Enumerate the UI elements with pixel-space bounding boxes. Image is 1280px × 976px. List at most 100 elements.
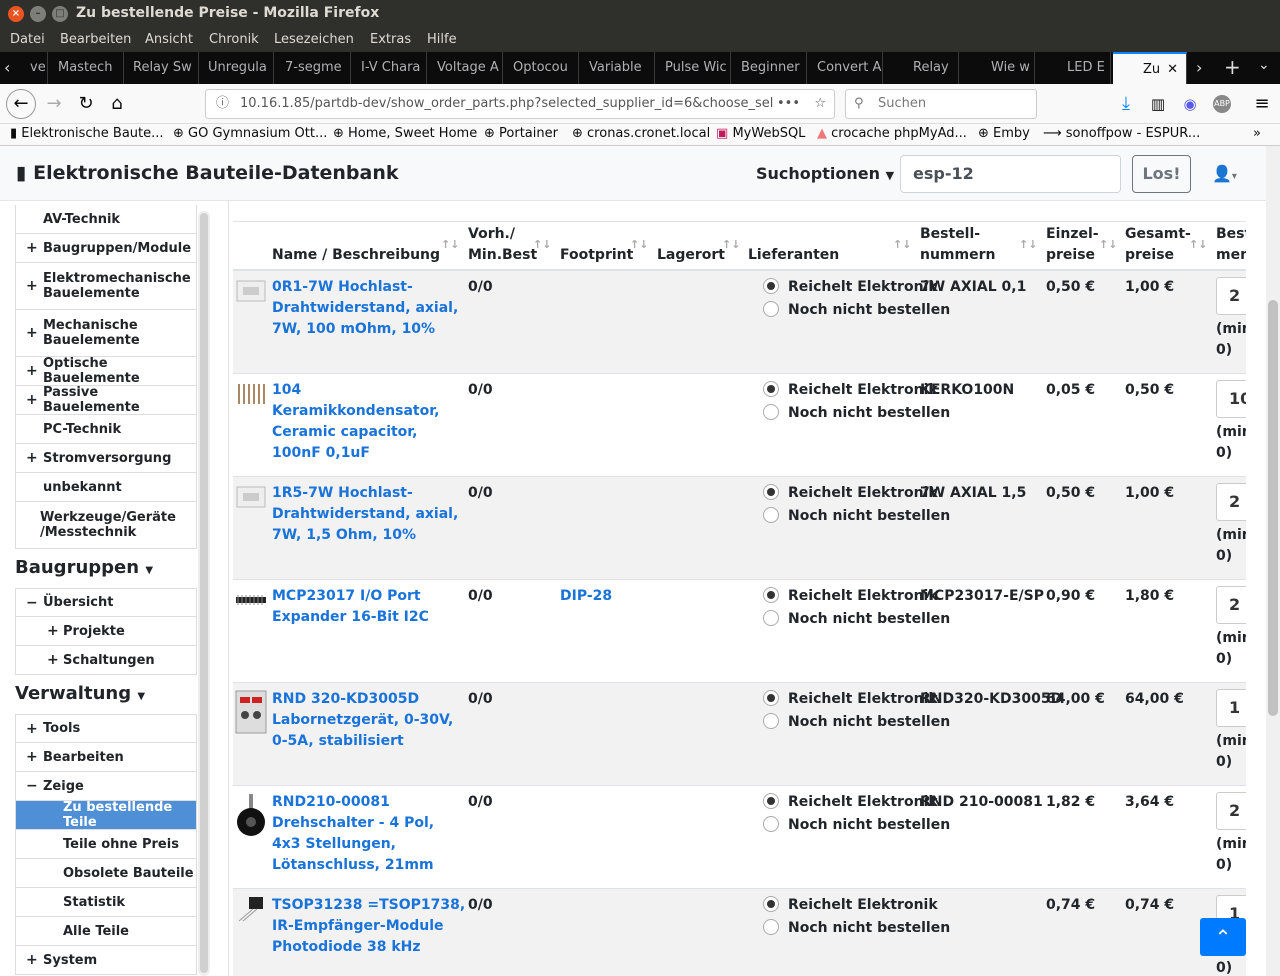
adblock-icon[interactable]: ABP [1210, 92, 1234, 116]
url-bar[interactable]: ⓘ 10.16.1.85/partdb-dev/show_order_parts… [205, 89, 835, 119]
no-order-radio-option[interactable]: Noch nicht bestellen [763, 609, 950, 630]
more-bookmarks-icon[interactable]: » [1253, 126, 1261, 141]
sort-icon[interactable]: ↑↓ [1019, 238, 1037, 251]
hamburger-menu-icon[interactable]: ≡ [1250, 92, 1274, 116]
part-name-link[interactable]: 104 Keramikkondensator, Ceramic capacito… [272, 380, 467, 464]
sidebar-category-passive[interactable]: + Passive Bauelemente [15, 385, 197, 415]
no-order-radio-option[interactable]: Noch nicht bestellen [763, 403, 950, 424]
radio-checked[interactable] [763, 793, 779, 809]
sidebar-category-pc-technik[interactable]: PC-Technik [15, 415, 197, 444]
menu-chronik[interactable]: Chronik [209, 32, 259, 47]
tab[interactable]: I-V Chara [353, 52, 427, 84]
part-thumbnail[interactable] [235, 689, 267, 734]
tab[interactable]: Wie w [961, 52, 1035, 84]
sidebar-item-zu-bestellende-teile[interactable]: Zu bestellende Teile [15, 800, 197, 830]
sidebar-category-stromversorgung[interactable]: + Stromversorgung [15, 444, 197, 473]
sidebar-item-alle-teile[interactable]: Alle Teile [15, 917, 197, 946]
tab[interactable]: Relay Sw [125, 52, 199, 84]
sidebar-item-zeige[interactable]: − Zeige [15, 772, 197, 801]
sidebar-item-system[interactable]: + System [15, 946, 197, 975]
order-quantity-input[interactable]: 2 [1216, 277, 1246, 315]
plus-icon[interactable]: + [26, 749, 38, 765]
scroll-to-top-button[interactable]: ⌃ [1200, 918, 1246, 956]
new-tab-icon[interactable]: + [1224, 55, 1241, 79]
bookmark-item[interactable]: ⊕ cronas.cronet.local [572, 126, 710, 141]
sort-icon[interactable]: ↑↓ [630, 238, 648, 251]
part-thumbnail[interactable] [235, 277, 267, 305]
page-scrollbar-thumb[interactable] [1268, 300, 1278, 716]
header-name[interactable]: Name / Beschreibung [272, 245, 440, 266]
tab[interactable]: Variable [581, 52, 655, 84]
tab-close-icon[interactable]: ✕ [1167, 54, 1178, 84]
header-single-prices[interactable]: Einzel-preise [1046, 224, 1099, 266]
radio-unchecked[interactable] [763, 610, 779, 626]
part-name-link[interactable]: RND 320-KD3005D Labornetzgerät, 0-30V, 0… [272, 689, 467, 752]
tab-scroll-right-icon[interactable]: › [1196, 58, 1202, 77]
sidebar-item-projekte[interactable]: + Projekte [15, 617, 197, 646]
order-quantity-input[interactable]: 2 [1216, 483, 1246, 521]
plus-icon[interactable]: + [26, 325, 38, 341]
part-thumbnail[interactable] [235, 586, 267, 614]
reload-icon[interactable]: ↻ [74, 92, 98, 116]
part-search-input[interactable]: esp-12 [900, 155, 1121, 193]
plus-icon[interactable]: + [26, 240, 38, 256]
home-icon[interactable]: ⌂ [105, 92, 129, 116]
tab-list-icon[interactable]: ⌄ [1258, 57, 1270, 73]
tab[interactable]: Unregula [200, 52, 274, 84]
tab[interactable]: Beginner [733, 52, 807, 84]
tab[interactable]: Convert A [809, 52, 883, 84]
plus-icon[interactable]: + [26, 721, 38, 737]
sidebar-category-optische[interactable]: + Optische Bauelemente [15, 356, 197, 386]
radio-unchecked[interactable] [763, 404, 779, 420]
baugruppen-heading[interactable]: Baugruppen ▼ [15, 557, 153, 578]
part-name-link[interactable]: TSOP31238 =TSOP1738, IR-Empfänger-Module… [272, 895, 467, 958]
radio-unchecked[interactable] [763, 713, 779, 729]
sort-icon[interactable]: ↑↓ [1189, 238, 1207, 251]
plus-icon[interactable]: + [26, 392, 38, 408]
bookmark-item[interactable]: ⊕ Home, Sweet Home [333, 126, 477, 141]
page-actions-icon[interactable]: ••• [772, 90, 800, 118]
supplier-radio-option[interactable]: Reichelt Elektronik [763, 895, 950, 916]
verwaltung-heading[interactable]: Verwaltung ▼ [15, 683, 145, 704]
order-quantity-input[interactable]: 2 [1216, 792, 1246, 830]
sidebar-category-elektromechanische[interactable]: + Elektromechanische Bauelemente [15, 263, 197, 310]
radio-checked[interactable] [763, 381, 779, 397]
tab[interactable]: Relay [885, 52, 959, 84]
sidebar-category-mechanische[interactable]: + Mechanische Bauelemente [15, 310, 197, 357]
order-quantity-input[interactable]: 10 [1216, 380, 1246, 418]
tab[interactable]: LED E [1037, 52, 1111, 84]
sidebar-category-av-technik[interactable]: AV-Technik [15, 205, 197, 234]
plus-icon[interactable]: + [47, 652, 59, 668]
search-bar[interactable]: ⚲ Suchen [845, 89, 1037, 119]
downloads-icon[interactable]: ⤓ [1114, 92, 1138, 116]
bookmark-item[interactable]: ⊕ GO Gymnasium Ott... [173, 126, 327, 141]
brand[interactable]: ▮ Elektronische Bauteile-Datenbank [16, 162, 399, 184]
bookmark-item[interactable]: ▮ Elektronische Baute... [10, 126, 164, 141]
radio-checked[interactable] [763, 278, 779, 294]
no-order-radio-option[interactable]: Noch nicht bestellen [763, 506, 950, 527]
minimize-window-icon[interactable]: – [30, 6, 46, 22]
search-go-button[interactable]: Los! [1132, 155, 1191, 193]
sidebar-category-baugruppen-module[interactable]: + Baugruppen/Module [15, 234, 197, 263]
sidebar-item-obsolete-bauteile[interactable]: Obsolete Bauteile [15, 859, 197, 888]
part-thumbnail[interactable] [235, 483, 267, 511]
no-order-radio-option[interactable]: Noch nicht bestellen [763, 918, 950, 939]
tab[interactable]: Voltage A [429, 52, 503, 84]
radio-checked[interactable] [763, 896, 779, 912]
sort-icon[interactable]: ↑↓ [893, 238, 911, 251]
sidebar-item-uebersicht[interactable]: − Übersicht [15, 588, 197, 617]
sidebar-item-statistik[interactable]: Statistik [15, 888, 197, 917]
info-icon[interactable]: ⓘ [216, 90, 229, 118]
header-location[interactable]: Lagerort [657, 245, 725, 266]
bookmark-item[interactable]: ⟶ sonoffpow - ESPUR... [1043, 126, 1200, 141]
part-thumbnail[interactable] [235, 792, 267, 836]
minus-icon[interactable]: − [26, 778, 38, 794]
no-order-radio-option[interactable]: Noch nicht bestellen [763, 300, 950, 321]
sidebar-item-tools[interactable]: + Tools [15, 714, 197, 743]
sort-icon[interactable]: ↑↓ [722, 238, 740, 251]
part-name-link[interactable]: 0R1-7W Hochlast-Drahtwiderstand, axial, … [272, 277, 467, 340]
tab[interactable]: 7-segme [277, 52, 351, 84]
sort-icon[interactable]: ↑↓ [1099, 238, 1117, 251]
plus-icon[interactable]: + [26, 363, 38, 379]
sidebar-category-unbekannt[interactable]: unbekannt [15, 473, 197, 502]
